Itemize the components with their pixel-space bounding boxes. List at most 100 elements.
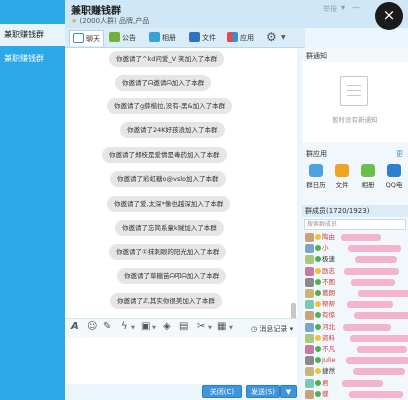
phone-icon — [387, 164, 401, 177]
member-name: 捷然 — [322, 367, 335, 376]
redaction-mark — [349, 390, 403, 398]
message-history-button[interactable]: ◷ 消息记录 ▾ — [251, 324, 293, 334]
apps-more-link[interactable]: 更 — [396, 149, 403, 159]
font-icon[interactable]: A — [71, 321, 79, 332]
tab-label: 文件 — [202, 34, 216, 42]
member-row[interactable]: 小 — [305, 243, 405, 254]
report-link[interactable]: 举报 — [323, 4, 337, 14]
gift-icon[interactable]: ◈ — [163, 321, 171, 332]
member-row[interactable]: 不图 — [305, 277, 405, 288]
photo-icon — [149, 32, 160, 42]
chevron-down-icon[interactable]: ▼ — [152, 325, 156, 331]
tab-chat[interactable]: 聊天 — [69, 30, 104, 46]
apps-title: 群应用 — [306, 150, 327, 158]
member-row[interactable]: 帮帮 — [305, 299, 405, 310]
group-subtitle: ★ (2000人群) 品牌,产品 — [71, 16, 149, 26]
member-search-input[interactable]: 搜索群成员 — [304, 219, 406, 230]
tab-files[interactable]: 文件 — [189, 30, 216, 46]
notice-empty-text: 暂时没有新通知 — [332, 116, 378, 124]
right-panel: 群通知 暂时没有新通知 群应用 更 群日历 文件 相册 QQ电 群成员(1720… — [302, 48, 408, 400]
system-message: 你邀请了忘简系童k贼加入了本群 — [115, 220, 224, 236]
member-row[interactable]: 捷然 — [305, 366, 405, 377]
member-name: 励志 — [322, 266, 335, 275]
redaction-mark — [346, 357, 408, 365]
members-title: 群成员(1720/1923) — [302, 205, 408, 217]
member-row[interactable]: 君 — [305, 378, 405, 389]
avatar — [305, 266, 314, 276]
system-message: 你邀请了草糖苗ᗣ叩ᗣ加入了本群 — [117, 268, 227, 284]
member-row[interactable]: Julie — [305, 355, 408, 366]
image-icon[interactable]: ▣ — [141, 321, 150, 332]
tab-announcement[interactable]: 公告 — [109, 30, 136, 46]
minimize-icon[interactable]: — — [352, 3, 360, 12]
apps-icon — [227, 32, 238, 42]
member-row[interactable]: 励志 — [305, 266, 405, 277]
screen-share-icon[interactable]: ▤ — [179, 321, 188, 332]
app-files[interactable]: 文件 — [330, 164, 354, 189]
level-badge-icon — [315, 245, 321, 252]
avatar — [305, 255, 314, 265]
member-row[interactable]: 葛朗 — [305, 288, 408, 299]
member-name: 葛朗 — [322, 289, 335, 297]
app-qq-phone[interactable]: QQ电 — [382, 164, 406, 189]
group-apps: 群日历 文件 相册 QQ电 — [302, 164, 408, 198]
shake-icon[interactable]: ✎ — [103, 321, 111, 332]
avatar — [305, 378, 314, 388]
avatar — [305, 322, 314, 332]
level-badge-icon — [315, 312, 321, 319]
message-input[interactable] — [65, 338, 297, 384]
chat-bubble-icon — [73, 33, 84, 43]
level-badge-icon — [315, 267, 321, 274]
member-row[interactable]: 不凡 — [305, 344, 407, 355]
redaction-mark — [348, 245, 401, 253]
close-chat-button[interactable]: 关闭(C) — [202, 385, 242, 398]
level-badge-icon — [315, 390, 321, 397]
dropdown-icon[interactable]: ▾ — [341, 3, 345, 12]
app-calendar[interactable]: 群日历 — [304, 164, 328, 189]
member-name: 不凡 — [322, 345, 335, 353]
member-row[interactable]: 河北 — [305, 322, 405, 333]
system-message: 你邀请了郑枝是爱情是毒药加入了本群 — [102, 147, 227, 163]
redaction-mark — [342, 379, 383, 387]
level-badge-icon — [315, 290, 321, 296]
chevron-down-icon[interactable]: ▼ — [208, 325, 212, 331]
avatar — [305, 300, 314, 310]
folder-icon — [189, 32, 200, 42]
tab-apps[interactable]: 应用 — [227, 30, 254, 46]
member-row[interactable]: 蝶 — [305, 389, 405, 400]
more-apps-icon[interactable]: ▦ — [217, 321, 226, 332]
chevron-down-icon[interactable]: ▼ — [229, 325, 233, 331]
system-message: 你邀请了g薛楷拉,没有-黑&加入了本群 — [107, 98, 233, 114]
send-options-button[interactable]: ▼ — [280, 385, 297, 398]
lightning-icon[interactable]: ϟ — [121, 321, 128, 332]
photo-icon — [361, 164, 375, 177]
member-row[interactable]: 资料 — [305, 333, 408, 344]
history-label: 消息记录 — [259, 325, 288, 333]
folder-icon — [335, 164, 349, 177]
system-message: 你邀请了ᗣ邀请ᗣ加入了本群 — [115, 75, 212, 91]
sidebar-item-group-active[interactable]: 兼职赚钱群 — [0, 24, 65, 46]
app-album[interactable]: 相册 — [356, 164, 380, 189]
redaction-mark — [347, 301, 393, 309]
chevron-down-icon[interactable]: ▼ — [281, 34, 286, 41]
message-list[interactable]: 你邀请了^kd问爱_V 笑加入了本群 你邀请了ᗣ邀请ᗣ加入了本群 你邀请了g薛楷… — [65, 48, 297, 318]
member-row[interactable]: 有惊 — [305, 310, 408, 321]
scissors-icon[interactable]: ✂ — [197, 321, 205, 332]
close-button[interactable]: × — [375, 2, 403, 30]
chevron-down-icon[interactable]: ▼ — [131, 325, 135, 331]
member-list[interactable]: 陶由小极速 励志不图 葛朗帮帮 有惊河北 资料 不凡 Julie 捷然君蝶 — [302, 232, 408, 400]
member-name: 有惊 — [322, 311, 335, 320]
send-button[interactable]: 发送(S) — [246, 385, 280, 398]
system-message: 你邀请了ℤ,其实你很美加入了本群 — [110, 293, 222, 309]
member-row[interactable]: 极速 — [305, 254, 405, 265]
sidebar-item-group[interactable]: 兼职赚钱群 — [0, 48, 65, 70]
gear-icon[interactable]: ⚙ — [266, 30, 277, 44]
redaction-mark — [350, 334, 408, 342]
emoji-icon[interactable]: ☺ — [87, 321, 97, 332]
level-badge-icon — [315, 256, 321, 263]
member-row[interactable]: 陶由 — [305, 232, 405, 243]
avatar — [305, 244, 314, 254]
scrollbar-thumb[interactable] — [291, 303, 296, 318]
tab-album[interactable]: 相册 — [149, 30, 176, 46]
system-message: 你邀请了彩虹糖o@vslo加入了本群 — [110, 171, 226, 187]
